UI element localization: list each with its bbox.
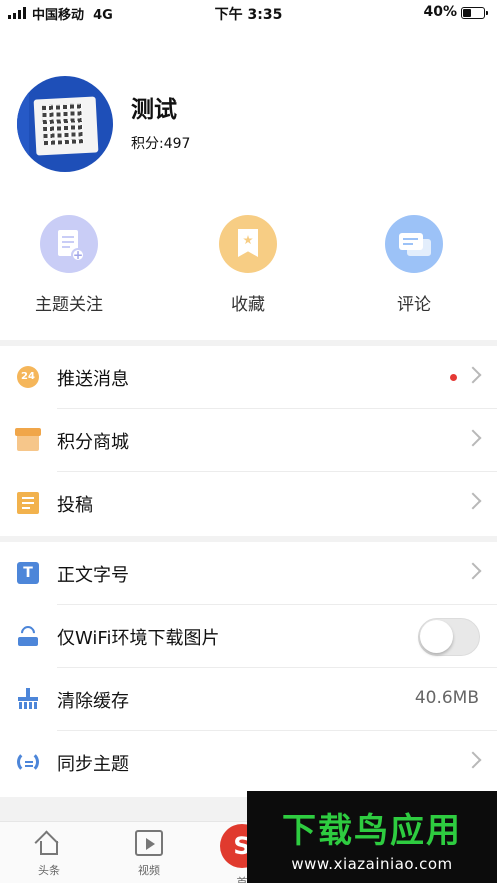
note-icon [17,492,39,514]
menu-item-sync-topics[interactable]: 同步主题 [0,731,497,794]
wifi-router-icon [17,623,39,647]
battery-percent: 40% [423,4,457,20]
chat-bubbles-icon [385,215,443,273]
unread-dot [450,374,457,381]
document-plus-icon: + [40,215,98,273]
menu-item-clear-cache[interactable]: 清除缓存 40.6MB [0,668,497,731]
tab-headlines[interactable]: 头条 [19,830,79,878]
menu-item-wifi-only-images: 仅WiFi环境下载图片 [0,605,497,668]
cache-size: 40.6MB [414,688,479,708]
watermark-url: www.xiazainiao.com [291,855,453,873]
tab-label: 头条 [38,864,60,877]
broom-icon [17,688,39,710]
menu-item-label: 同步主题 [57,754,129,775]
status-bar: 中国移动 4G 下午 3:35 40% [0,0,497,26]
user-name[interactable]: 测试 [131,90,177,124]
wifi-only-toggle[interactable] [418,618,480,656]
chevron-right-icon [464,492,482,510]
avatar[interactable] [17,76,113,172]
video-icon [135,830,163,856]
battery-icon [461,7,488,19]
user-points: 积分:497 [131,136,191,152]
bookmark-star-icon [219,215,277,273]
action-favorites[interactable]: 收藏 [188,215,308,315]
watermark-title: 下载鸟应用 [282,811,462,851]
watermark-banner: 下载鸟应用 www.xiazainiao.com [247,791,497,883]
font-size-icon: T [17,562,39,584]
menu-item-label: 推送消息 [57,369,129,390]
menu-item-submit[interactable]: 投稿 [0,472,497,535]
menu-item-label: 清除缓存 [57,691,129,712]
menu-item-label: 投稿 [57,495,93,516]
status-time: 下午 3:35 [214,7,283,23]
push-24-icon: 24 [17,366,39,388]
menu-item-push-messages[interactable]: 24 推送消息 [0,346,497,409]
home-icon [34,830,64,856]
shop-icon [15,428,41,451]
action-label: 主题关注 [35,295,103,315]
tab-label: 视频 [138,864,160,877]
tab-video[interactable]: 视频 [119,830,179,878]
menu-item-label: 正文字号 [57,565,129,586]
menu-item-label: 仅WiFi环境下载图片 [57,628,220,649]
sync-icon [17,751,39,773]
chevron-right-icon [464,429,482,447]
action-topic-follow[interactable]: + 主题关注 [9,215,129,315]
menu-item-font-size[interactable]: T 正文字号 [0,542,497,605]
chevron-right-icon [464,562,482,580]
action-comments[interactable]: 评论 [354,215,474,315]
action-label: 评论 [397,295,431,315]
menu-item-label: 积分商城 [57,432,129,453]
action-label: 收藏 [231,295,265,315]
chevron-right-icon [464,366,482,384]
chevron-right-icon [464,751,482,769]
menu-item-points-mall[interactable]: 积分商城 [0,409,497,472]
